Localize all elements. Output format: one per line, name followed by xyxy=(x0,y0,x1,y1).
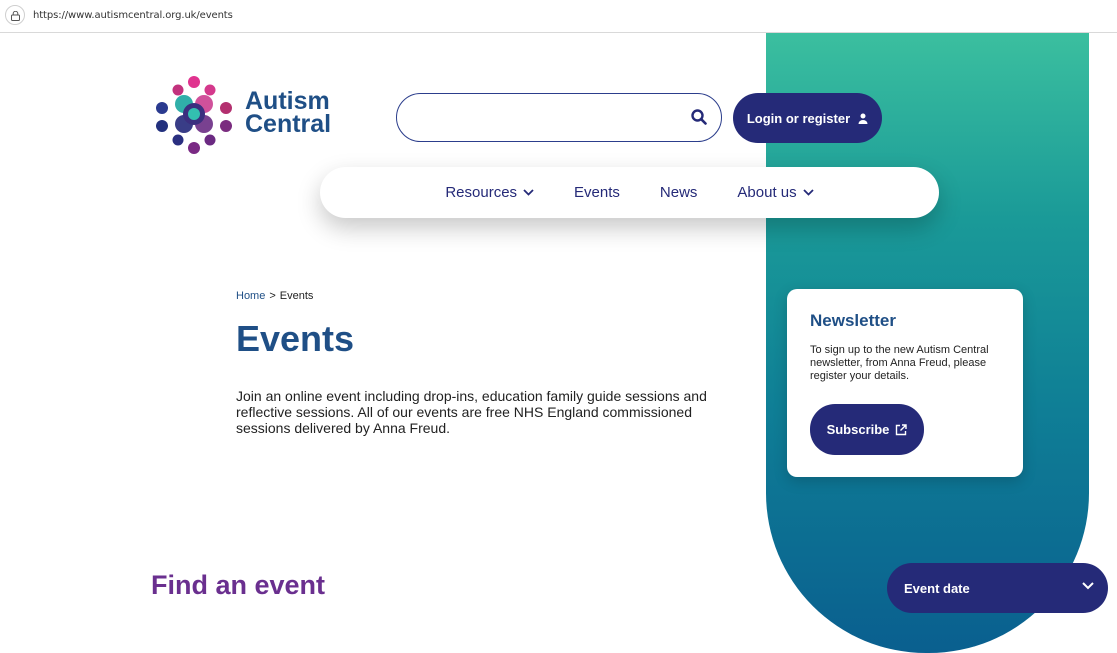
newsletter-card: Newsletter To sign up to the new Autism … xyxy=(787,289,1023,477)
breadcrumb-home-link[interactable]: Home xyxy=(236,290,265,302)
breadcrumb-current: Events xyxy=(279,290,314,302)
nav-label-news: News xyxy=(659,184,698,201)
event-date-filter[interactable]: Event date xyxy=(887,563,1108,613)
lock-icon xyxy=(11,11,20,21)
url-text: https://www.autismcentral.org.uk/events xyxy=(33,10,233,21)
chevron-down-icon xyxy=(803,189,814,196)
subscribe-label: Subscribe xyxy=(826,422,890,437)
nav-label-events: Events xyxy=(574,184,620,201)
breadcrumb-separator: > xyxy=(269,290,276,302)
user-icon xyxy=(858,113,868,124)
login-register-button[interactable]: Login or register xyxy=(733,93,882,143)
subscribe-button[interactable]: Subscribe xyxy=(810,404,924,455)
event-date-label: Event date xyxy=(904,580,970,596)
login-label: Login or register xyxy=(746,110,851,126)
newsletter-text: To sign up to the new Autism Central new… xyxy=(810,344,989,382)
search-box xyxy=(396,93,722,142)
nav-item-resources[interactable]: Resources xyxy=(445,184,534,201)
nav-label-resources: Resources xyxy=(445,184,518,201)
nav-label-about-us: About us xyxy=(737,184,797,201)
logo-line-2: Central xyxy=(245,110,332,138)
page-title: Events xyxy=(236,318,355,359)
external-link-icon xyxy=(896,423,908,435)
page-intro: Join an online event including drop-ins,… xyxy=(236,388,707,436)
chevron-down-icon xyxy=(1082,582,1094,590)
chevron-down-icon xyxy=(523,189,534,196)
breadcrumb: Home > Events xyxy=(236,290,313,302)
search-icon[interactable] xyxy=(691,109,707,125)
browser-address-bar[interactable]: https://www.autismcentral.org.uk/events xyxy=(0,0,1117,33)
main-navigation: Resources Events News About us xyxy=(320,167,939,218)
find-event-heading: Find an event xyxy=(151,570,326,600)
nav-item-about-us[interactable]: About us xyxy=(737,184,814,201)
nav-item-news[interactable]: News xyxy=(660,184,698,201)
nav-item-events[interactable]: Events xyxy=(574,184,620,201)
logo-mark-icon xyxy=(156,76,232,154)
search-input[interactable] xyxy=(417,106,681,132)
logo-wordmark[interactable]: Autism Central xyxy=(245,89,332,138)
newsletter-title: Newsletter xyxy=(810,311,896,330)
